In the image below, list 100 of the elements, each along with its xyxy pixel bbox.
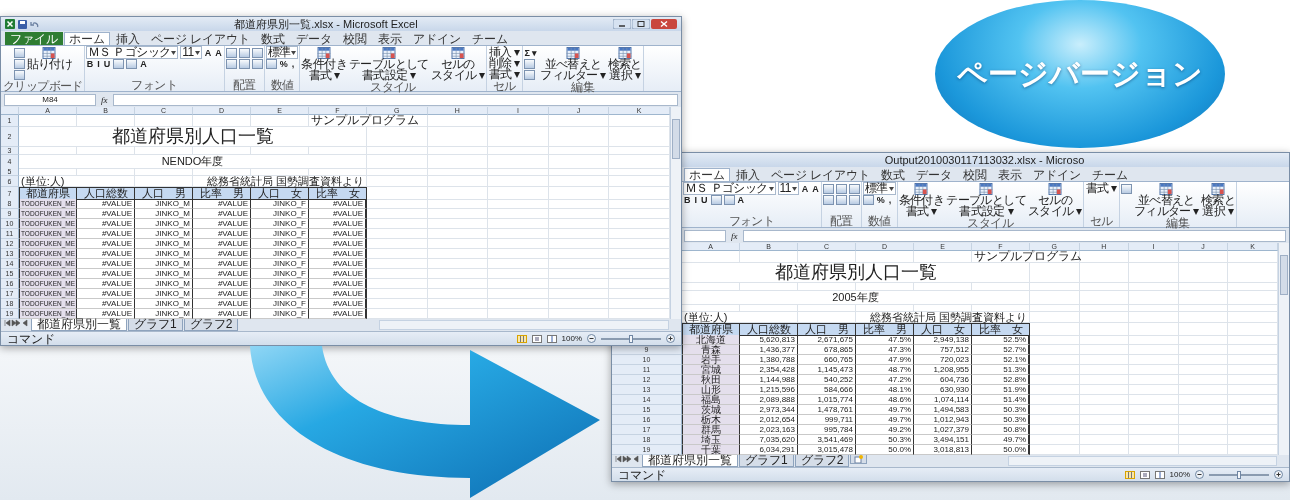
ribbon-button[interactable]: 検索と 選択 ▾	[607, 47, 642, 81]
ribbon-tab[interactable]: データ	[291, 32, 338, 45]
name-box[interactable]: M84	[4, 93, 96, 106]
ribbon-tab[interactable]: ページ レイアウト	[766, 168, 876, 181]
function-label[interactable]: fx	[101, 94, 108, 105]
toolbar-icon[interactable]	[710, 194, 722, 205]
toolbar-icon[interactable]	[238, 58, 250, 69]
format-button[interactable]: %	[278, 58, 289, 69]
toolbar-icon[interactable]	[523, 58, 535, 69]
ribbon-button[interactable]: セルの スタイル ▾	[1028, 183, 1082, 217]
sheet-navigation-icon[interactable]	[615, 455, 641, 463]
ribbon-tab[interactable]: 数式	[256, 32, 291, 45]
format-button[interactable]: A	[203, 47, 213, 58]
ribbon-button[interactable]: 条件付き 書式 ▾	[301, 47, 348, 81]
toolbar-icon[interactable]	[13, 47, 25, 58]
format-button[interactable]: I	[96, 58, 101, 69]
ribbon-tab[interactable]: データ	[911, 168, 958, 181]
ribbon-tab[interactable]: ページ レイアウト	[146, 32, 256, 45]
toolbar-icon[interactable]	[723, 194, 735, 205]
format-button[interactable]: ,	[290, 58, 296, 69]
toolbar-icon[interactable]	[265, 58, 277, 69]
toolbar-icon[interactable]	[225, 58, 237, 69]
dropdown-field[interactable]: 11	[777, 182, 799, 195]
toolbar-icon[interactable]	[126, 58, 138, 69]
ribbon-tab[interactable]: 挿入	[111, 32, 145, 45]
ribbon-button[interactable]: 書式 ▾	[487, 69, 521, 80]
normal-view-icon[interactable]	[516, 334, 527, 343]
dropdown-field[interactable]: ＭＳ Ｐゴシック	[85, 46, 179, 59]
toolbar-icon[interactable]	[848, 183, 860, 194]
ribbon-button[interactable]: 削除 ▾	[487, 58, 521, 69]
ribbon-tab[interactable]: 校閲	[338, 32, 373, 45]
ribbon-button[interactable]: テーブルとして 書式設定 ▾	[349, 47, 429, 81]
toolbar-icon[interactable]	[238, 47, 250, 58]
zoom-out-icon[interactable]	[1195, 470, 1204, 479]
page-break-icon[interactable]	[546, 334, 557, 343]
horizontal-scrollbar[interactable]	[1008, 456, 1277, 466]
ribbon-button[interactable]: テーブルとして 書式設定 ▾	[946, 183, 1027, 217]
zoom-in-icon[interactable]	[1274, 470, 1283, 479]
maximize-icon[interactable]	[632, 19, 650, 29]
sheet-tab[interactable]: 都道府県別一覧	[642, 455, 738, 467]
toolbar-icon[interactable]	[822, 194, 834, 205]
ribbon-tab[interactable]: 挿入	[731, 168, 765, 181]
close-icon[interactable]	[651, 19, 677, 29]
ribbon-button[interactable]: 挿入 ▾	[487, 47, 521, 58]
select-all-corner[interactable]	[1, 107, 19, 115]
dropdown-field[interactable]: 標準	[862, 182, 896, 195]
function-label[interactable]: fx	[731, 230, 738, 241]
ribbon-tab[interactable]: ファイル	[5, 32, 63, 45]
dropdown-field[interactable]: ＭＳ Ｐゴシック	[683, 182, 776, 195]
toolbar-icon[interactable]	[225, 47, 237, 58]
ribbon-tab[interactable]: 表示	[373, 32, 408, 45]
ribbon-tab[interactable]: チーム	[467, 32, 514, 45]
spreadsheet-app-icon[interactable]	[5, 19, 15, 29]
page-layout-icon[interactable]	[531, 334, 542, 343]
vertical-scrollbar[interactable]	[670, 107, 681, 319]
format-button[interactable]: A	[139, 58, 148, 69]
ribbon-button[interactable]: 並べ替えと フィルター ▾	[540, 47, 606, 81]
undo-icon[interactable]	[30, 19, 39, 29]
zoom-in-icon[interactable]	[666, 334, 675, 343]
page-layout-icon[interactable]	[1139, 470, 1150, 479]
dropdown-field[interactable]: 11	[180, 46, 202, 59]
page-break-icon[interactable]	[1154, 470, 1165, 479]
toolbar-icon[interactable]	[251, 58, 263, 69]
format-button[interactable]: U	[700, 194, 709, 205]
ribbon-tab[interactable]: アドイン	[1028, 168, 1087, 181]
ribbon-tab[interactable]: 表示	[993, 168, 1028, 181]
format-button[interactable]: B	[85, 58, 95, 69]
zoom-slider[interactable]	[601, 337, 661, 340]
zoom-out-icon[interactable]	[587, 334, 596, 343]
sheet-tab[interactable]: グラフ2	[183, 319, 239, 331]
ribbon-button[interactable]: 検索と 選択 ▾	[1200, 183, 1236, 217]
vertical-scrollbar[interactable]	[1278, 243, 1289, 455]
format-button[interactable]: ,	[887, 194, 893, 205]
slider-thumb[interactable]	[629, 334, 633, 343]
format-button[interactable]: %	[875, 194, 886, 205]
ribbon-tab[interactable]: チーム	[1087, 168, 1134, 181]
toolbar-icon[interactable]	[13, 58, 25, 69]
new-sheet-tab[interactable]	[850, 455, 868, 464]
ribbon-button[interactable]: 貼り付け	[26, 47, 73, 70]
format-button[interactable]: A	[736, 194, 745, 205]
minimize-icon[interactable]	[613, 19, 631, 29]
ribbon-tab[interactable]: 数式	[876, 168, 911, 181]
format-button[interactable]: Σ ▾	[523, 47, 539, 58]
toolbar-icon[interactable]	[822, 183, 834, 194]
format-button[interactable]: A	[214, 47, 223, 58]
zoom-slider[interactable]	[1209, 473, 1269, 476]
ribbon-tab[interactable]: アドイン	[408, 32, 467, 45]
name-box[interactable]	[684, 229, 726, 242]
normal-view-icon[interactable]	[1124, 470, 1135, 479]
save-icon[interactable]	[18, 19, 27, 29]
sheet-tab[interactable]: グラフ2	[794, 455, 850, 467]
toolbar-icon[interactable]	[835, 183, 847, 194]
ribbon-button[interactable]: 条件付き 書式 ▾	[898, 183, 945, 217]
toolbar-icon[interactable]	[13, 69, 25, 80]
formula-input[interactable]	[112, 93, 678, 106]
sheet-navigation-icon[interactable]	[4, 319, 30, 327]
formula-input[interactable]	[742, 229, 1286, 242]
toolbar-icon[interactable]	[251, 47, 263, 58]
sheet-tab[interactable]: 都道府県別一覧	[31, 319, 127, 331]
sheet-tab[interactable]: グラフ1	[739, 455, 794, 467]
